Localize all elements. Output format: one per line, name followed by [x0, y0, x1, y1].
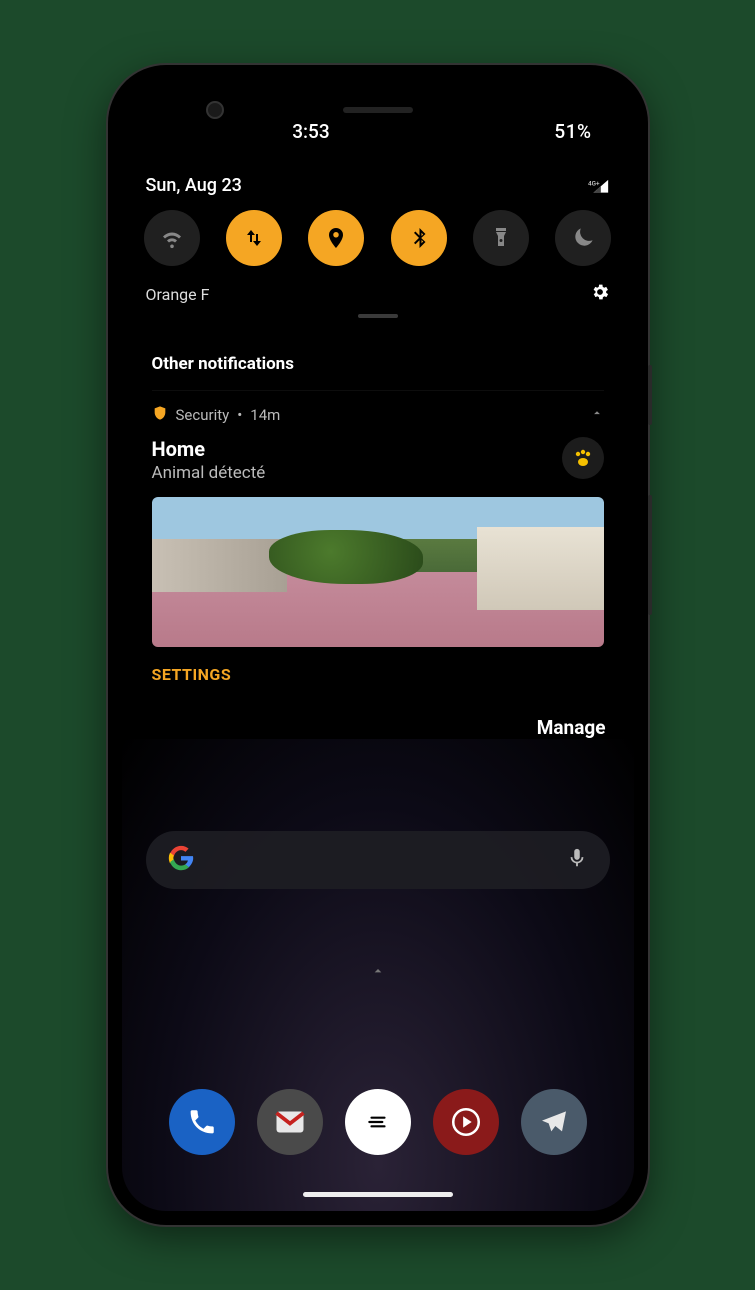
signal-icon: 4G+	[588, 178, 610, 194]
notification-item[interactable]: Security • 14m Home Animal détecté	[152, 390, 604, 684]
phone-app[interactable]	[169, 1089, 235, 1155]
dot-separator: •	[237, 406, 242, 424]
date-label: Sun, Aug 23	[146, 175, 242, 196]
bluetooth-toggle[interactable]	[391, 210, 447, 266]
youtube-music-app[interactable]	[433, 1089, 499, 1155]
notification-group: Other notifications Security • 14m Home	[134, 338, 622, 702]
bluetooth-icon	[407, 226, 431, 250]
clock: 3:53	[292, 120, 329, 143]
phone-icon	[187, 1107, 217, 1137]
do-not-disturb-toggle[interactable]	[555, 210, 611, 266]
gmail-app[interactable]	[257, 1089, 323, 1155]
telegram-icon	[538, 1106, 570, 1138]
app-drawer-button[interactable]	[345, 1089, 411, 1155]
settings-button[interactable]	[590, 282, 610, 306]
svg-text:4G+: 4G+	[588, 179, 600, 187]
carrier-name: Orange F	[146, 285, 210, 304]
chevron-up-icon	[590, 406, 604, 420]
flashlight-toggle[interactable]	[473, 210, 529, 266]
battery-percentage: 51%	[554, 120, 591, 143]
notification-subtitle: Animal détecté	[152, 463, 266, 483]
shade-drag-handle[interactable]	[358, 314, 398, 318]
voice-search-button[interactable]	[566, 847, 588, 873]
front-camera	[206, 101, 224, 119]
drawer-lines-icon	[365, 1109, 391, 1135]
data-arrows-icon	[242, 226, 266, 250]
notification-action-settings[interactable]: SETTINGS	[152, 665, 604, 684]
volume-button-physical	[648, 495, 652, 615]
notification-section-title: Other notifications	[152, 354, 604, 374]
manage-notifications-link[interactable]: Manage	[122, 702, 634, 739]
notification-age: 14m	[250, 406, 280, 424]
notification-title: Home	[152, 437, 266, 461]
do-not-disturb-icon	[571, 226, 595, 250]
microphone-icon	[566, 847, 588, 869]
google-search-bar[interactable]	[146, 831, 610, 889]
mobile-data-toggle[interactable]	[226, 210, 282, 266]
dock	[122, 1089, 634, 1155]
quick-settings-row	[142, 210, 614, 280]
wifi-toggle[interactable]	[144, 210, 200, 266]
telegram-app[interactable]	[521, 1089, 587, 1155]
camera-snapshot[interactable]	[152, 497, 604, 647]
google-logo-icon	[168, 845, 194, 875]
detection-badge	[562, 437, 604, 479]
collapse-chevron[interactable]	[590, 406, 604, 424]
notification-app-name: Security	[176, 406, 230, 424]
wifi-icon	[160, 226, 184, 250]
status-bar: 3:53 51%	[122, 91, 634, 171]
chevron-up-icon	[370, 963, 386, 979]
earpiece-speaker	[343, 107, 413, 113]
location-pin-icon	[324, 226, 348, 250]
notification-shade[interactable]: Sun, Aug 23 4G+	[122, 171, 634, 328]
power-button-physical	[648, 365, 652, 425]
paw-icon	[571, 446, 595, 470]
phone-frame: 3:53 51% Sun, Aug 23 4G+	[108, 65, 648, 1225]
location-toggle[interactable]	[308, 210, 364, 266]
shield-icon	[152, 405, 168, 425]
play-circle-icon	[449, 1105, 483, 1139]
gmail-icon	[272, 1104, 308, 1140]
gear-icon	[590, 282, 610, 302]
screen: 3:53 51% Sun, Aug 23 4G+	[122, 79, 634, 1211]
gesture-nav-bar[interactable]	[303, 1192, 453, 1197]
flashlight-icon	[489, 226, 513, 250]
app-drawer-hint[interactable]	[370, 963, 386, 983]
home-screen[interactable]	[122, 739, 634, 1211]
